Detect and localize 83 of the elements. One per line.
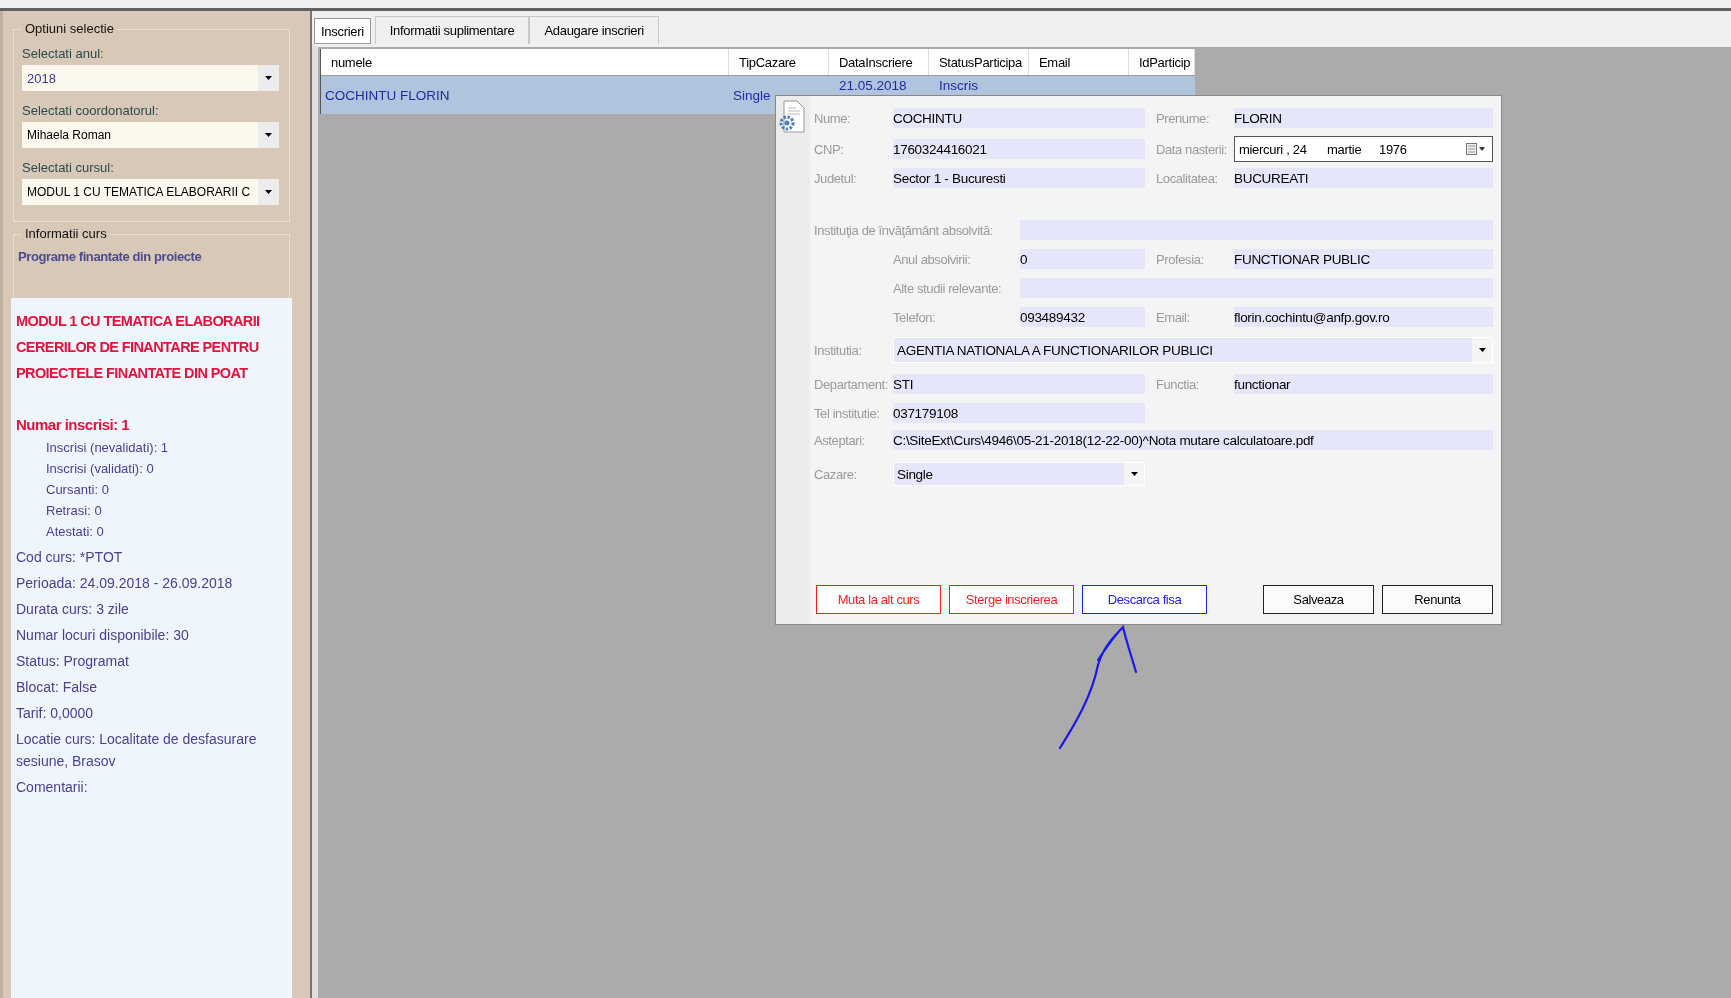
group-title: Informatii curs — [22, 226, 110, 241]
tab[interactable]: Inscrieri — [314, 18, 371, 44]
field-label: Alte studii relevante: — [893, 280, 1003, 296]
table-cell-text: 21.05.2018 — [838, 77, 908, 95]
caret-icon — [265, 190, 272, 194]
text-field[interactable]: 037179108 — [893, 403, 1145, 423]
enrolled-detail: Retrasi: 0 — [45, 502, 103, 520]
dropdown[interactable]: AGENTIA NATIONALA A FUNCTIONARILOR PUBLICI — [893, 337, 1493, 363]
column-header[interactable]: StatusParticipa — [929, 49, 1029, 75]
field-label: Selectati anul: — [22, 46, 105, 61]
field-label: Profesia: — [1156, 251, 1205, 267]
action-button[interactable]: Muta la alt curs — [816, 585, 941, 614]
enrolled-detail: Atestati: 0 — [45, 523, 105, 541]
caret-icon — [265, 133, 272, 137]
text-field[interactable]: 0 — [1020, 249, 1145, 269]
text-field[interactable]: FLORIN — [1234, 108, 1493, 128]
dropdown[interactable]: MODUL 1 CU TEMATICA ELABORARII C — [22, 179, 279, 205]
text-field[interactable]: COCHINTU — [893, 108, 1145, 128]
course-detail: Durata curs: 3 zile — [16, 600, 130, 619]
text-field[interactable]: STI — [893, 374, 1145, 394]
table-cell-text: Single — [732, 86, 772, 105]
enrolled-detail: Inscrisi (nevalidati): 1 — [45, 439, 170, 457]
field-label: Departament: — [814, 376, 889, 392]
action-button[interactable]: Sterge inscrierea — [949, 585, 1074, 614]
course-detail: Tarif: 0,0000 — [16, 704, 95, 723]
field-label: Asteptari: — [814, 432, 866, 448]
column-header[interactable]: IdParticip — [1129, 49, 1195, 75]
course-detail: Status: Programat — [16, 652, 130, 671]
text-field[interactable]: C:\SiteExt\Curs\4946\05-21-2018(12-22-00)^Nota mutare calculatoare.pdf — [893, 430, 1493, 450]
course-detail: Perioada: 24.09.2018 - 26.09.2018 — [16, 574, 234, 593]
course-detail: Locatie curs: Localitate de desfasurare sesiune, Brasov — [16, 730, 258, 771]
tab[interactable]: Informatii suplimentare — [374, 16, 530, 44]
caret-icon — [1130, 472, 1138, 476]
field-label: Instituţia de învăţământ absolvită: — [814, 222, 994, 238]
text-field[interactable]: FUNCTIONAR PUBLIC — [1234, 249, 1493, 269]
enrolled-detail: Cursanti: 0 — [45, 481, 110, 499]
splitter-bar[interactable] — [300, 11, 312, 998]
action-button[interactable]: Renunta — [1382, 585, 1493, 614]
course-detail: Cod curs: *PTOT — [16, 548, 124, 567]
action-button[interactable]: Salveaza — [1263, 585, 1374, 614]
action-button[interactable]: Descarca fisa — [1082, 585, 1207, 614]
text-field[interactable]: 1760324416021 — [893, 139, 1145, 159]
course-detail: Comentarii: — [16, 778, 89, 797]
enrolled-count: Numar inscrisi: 1 — [16, 416, 131, 433]
dropdown[interactable]: Mihaela Roman — [22, 122, 279, 148]
column-header[interactable]: Email — [1029, 49, 1129, 75]
course-detail: Blocat: False — [16, 678, 98, 697]
field-label: Cazare: — [814, 466, 858, 482]
course-detail: Numar locuri disponibile: 30 — [16, 626, 190, 645]
field-label: Selectati cursul: — [22, 160, 115, 175]
text-field[interactable]: BUCUREATI — [1234, 168, 1493, 188]
text-field[interactable]: functionar — [1234, 374, 1493, 394]
text-field[interactable]: Sector 1 - Bucuresti — [893, 168, 1145, 188]
table-cell-text: Inscris — [938, 77, 979, 95]
document-gear-icon — [778, 100, 808, 134]
dropdown[interactable]: Single — [893, 462, 1145, 486]
program-text: Programe finantate din proiecte — [18, 249, 202, 264]
field-label: Judetul: — [814, 170, 858, 186]
column-header[interactable]: TipCazare — [729, 49, 829, 75]
field-label: Selectati coordonatorul: — [22, 103, 160, 118]
field-label: Anul absolvirii: — [893, 251, 972, 267]
text-field[interactable]: 093489432 — [1020, 307, 1145, 327]
course-title: MODUL 1 CU TEMATICA ELABORARII CERERILOR DE FINANTARE PENTRU PROIECTELE FINANTATE DIN POAT — [16, 312, 261, 383]
calendar-icon — [1466, 143, 1486, 155]
dropdown[interactable]: 2018 — [22, 65, 279, 91]
group-title: Optiuni selectie — [22, 21, 117, 36]
column-header[interactable]: DataInscriere — [829, 49, 929, 75]
field-label: Tel institutie: — [814, 405, 881, 421]
caret-icon — [1478, 348, 1486, 352]
field-label: Localitatea: — [1156, 170, 1219, 186]
field-label: CNP: — [814, 141, 845, 157]
field-label: Institutia: — [814, 342, 863, 358]
field-label: Data nasterii: — [1156, 141, 1228, 157]
table-cell-text: COCHINTU FLORIN — [324, 86, 451, 105]
field-label: Telefon: — [893, 309, 937, 325]
column-header[interactable]: numele — [321, 49, 729, 75]
text-field[interactable]: florin.cochintu@anfp.gov.ro — [1234, 307, 1493, 327]
tab[interactable]: Adaugare inscrieri — [529, 16, 659, 44]
date-picker[interactable]: miercuri , 24 martie 1976 — [1234, 136, 1493, 162]
field-label: Email: — [1156, 309, 1191, 325]
caret-icon — [265, 76, 272, 80]
enrolled-detail: Inscrisi (validati): 0 — [45, 460, 155, 478]
field-label: Functia: — [1156, 376, 1201, 392]
